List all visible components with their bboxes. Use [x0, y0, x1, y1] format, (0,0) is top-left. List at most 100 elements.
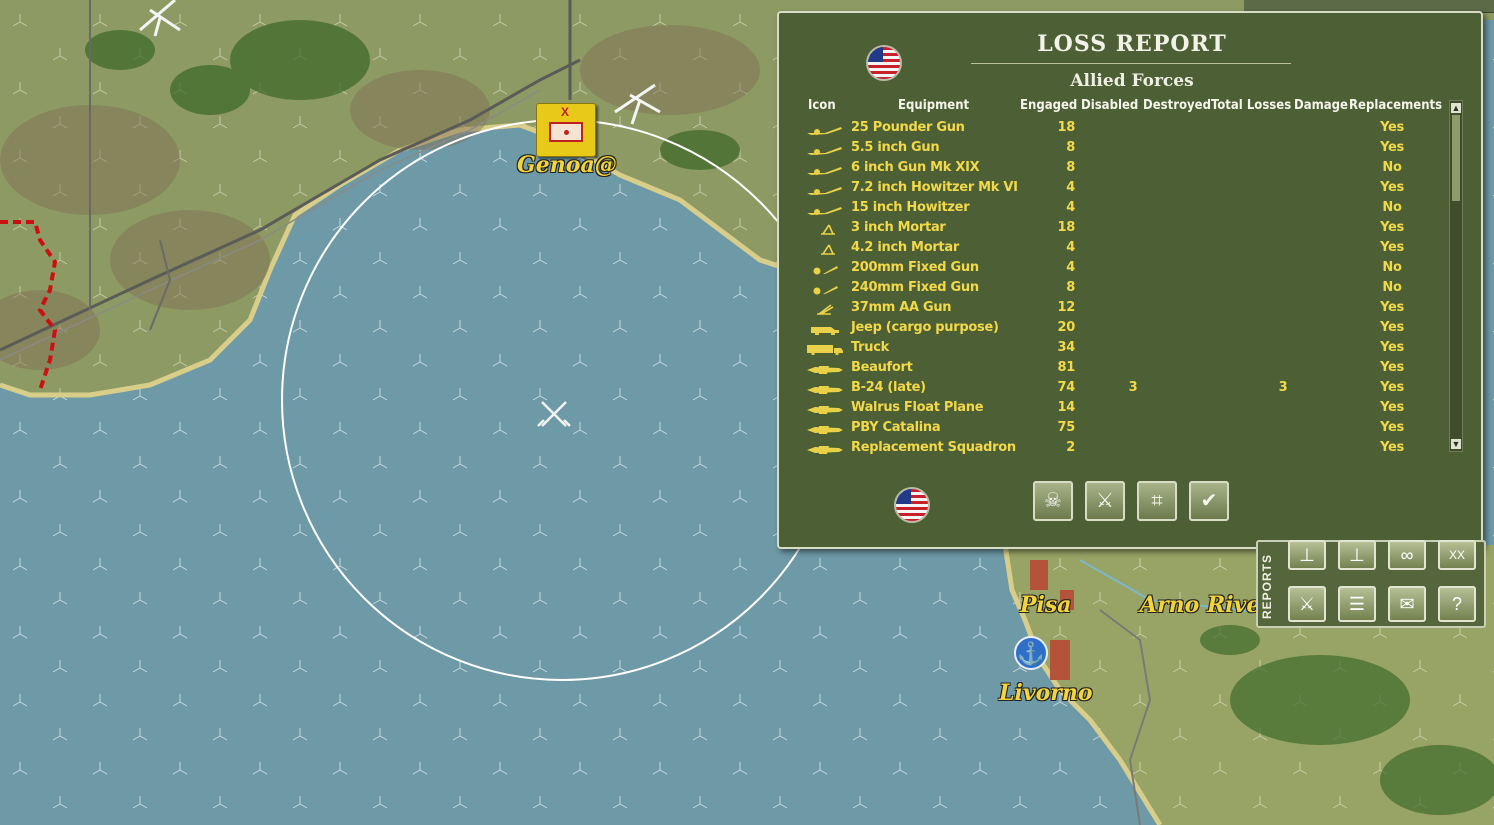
table-row[interactable]: 6 inch Gun Mk XIX 8 No [779, 159, 1485, 179]
artillery-icon [807, 167, 842, 175]
col-header-replacements[interactable]: Replacements [1349, 98, 1442, 113]
engaged-count: 4 [1066, 180, 1075, 195]
table-row[interactable]: Replacement Squadron 2 Yes [779, 439, 1485, 459]
col-header-damage[interactable]: Damage [1294, 98, 1348, 113]
table-row[interactable]: 240mm Fixed Gun 8 No [779, 279, 1485, 299]
title-divider [971, 63, 1291, 64]
col-header-engaged[interactable]: Engaged [1020, 98, 1077, 113]
table-row[interactable]: Beaufort 81 Yes [779, 359, 1485, 379]
infinity-button[interactable]: ∞ [1388, 540, 1426, 570]
engaged-count: 4 [1066, 200, 1075, 215]
replacements-value: No [1382, 280, 1402, 295]
engaged-count: 81 [1057, 360, 1076, 375]
equipment-name: PBY Catalina [851, 420, 941, 435]
col-header-disabled[interactable]: Disabled [1081, 98, 1138, 113]
reports-tab[interactable]: REPORTS [1260, 548, 1278, 624]
replacements-value: Yes [1380, 140, 1404, 155]
xx-label: XX [1448, 548, 1465, 562]
replacements-value: Yes [1380, 300, 1404, 315]
table-scrollbar[interactable]: ▲ ▼ [1449, 100, 1463, 452]
confirm-button[interactable]: ✔ [1189, 481, 1229, 521]
col-header-total-losses[interactable]: Total Losses [1211, 98, 1291, 113]
engaged-count: 8 [1066, 140, 1075, 155]
table-row[interactable]: 7.2 inch Howitzer Mk VI 4 Yes [779, 179, 1485, 199]
mortar-icon [821, 244, 835, 255]
city-label-genoa: Genoa@ [517, 152, 617, 178]
equipment-name: 4.2 inch Mortar [851, 240, 959, 255]
equipment-name: Beaufort [851, 360, 913, 375]
city-label-pisa: Pisa [1020, 592, 1072, 618]
col-header-icon[interactable]: Icon [808, 98, 836, 113]
scroll-thumb[interactable] [1452, 115, 1460, 201]
river-label-arno: Arno Rive [1140, 592, 1261, 618]
map-grid-button[interactable]: ⌗ [1137, 481, 1177, 521]
xx-button[interactable]: XX [1438, 540, 1476, 570]
artillery-icon [807, 147, 842, 155]
equipment-name: Truck [851, 340, 889, 355]
port-anchor-icon[interactable]: ⚓ [1014, 636, 1048, 670]
unit-size-label: X [561, 105, 570, 119]
help-button[interactable]: ? [1438, 586, 1476, 622]
org-chart-button[interactable]: ⊥ [1288, 540, 1326, 570]
jeep-icon [811, 327, 839, 335]
table-row[interactable]: 15 inch Howitzer 4 No [779, 199, 1485, 219]
us-flag-icon[interactable] [894, 487, 930, 523]
org-chart-2-button[interactable]: ⊥ [1338, 540, 1376, 570]
table-row[interactable]: Jeep (cargo purpose) 20 Yes [779, 319, 1485, 339]
table-row[interactable]: 200mm Fixed Gun 4 No [779, 259, 1485, 279]
replacements-value: No [1382, 260, 1402, 275]
combat-icon: ⚔ [1298, 594, 1316, 614]
replacements-value: Yes [1380, 440, 1404, 455]
casualties-button[interactable]: ☠ [1033, 481, 1073, 521]
engaged-count: 20 [1057, 320, 1076, 335]
truck-icon [807, 345, 843, 355]
replacements-value: Yes [1380, 360, 1404, 375]
replacements-value: Yes [1380, 120, 1404, 135]
engaged-count: 8 [1066, 280, 1075, 295]
artillery-icon [807, 207, 842, 215]
equipment-name: 5.5 inch Gun [851, 140, 940, 155]
table-row[interactable]: Walrus Float Plane 14 Yes [779, 399, 1485, 419]
table-row[interactable]: Truck 34 Yes [779, 339, 1485, 359]
disabled-count: 3 [1128, 380, 1138, 395]
unit-symbol [549, 122, 583, 142]
col-header-equipment[interactable]: Equipment [898, 98, 969, 113]
table-row[interactable]: 4.2 inch Mortar 4 Yes [779, 239, 1485, 259]
engaged-count: 4 [1066, 240, 1075, 255]
reports-panel: REPORTS ⊥ ⊥ ∞ XX ⚔ ☰ ✉ ? [1256, 540, 1486, 628]
scroll-up-icon[interactable]: ▲ [1451, 103, 1461, 113]
equipment-name: 25 Pounder Gun [851, 120, 965, 135]
strength-report-button[interactable]: ☰ [1338, 586, 1376, 622]
message-button[interactable]: ✉ [1388, 586, 1426, 622]
table-row[interactable]: 5.5 inch Gun 8 Yes [779, 139, 1485, 159]
scroll-down-icon[interactable]: ▼ [1451, 439, 1461, 449]
loss-report-dialog: LOSS REPORT Allied Forces Icon Equipment… [777, 11, 1483, 549]
engaged-count: 14 [1057, 400, 1076, 415]
table-row[interactable]: B-24 (late) 74 3 3 Yes [779, 379, 1485, 399]
aircraft-icon [807, 406, 843, 414]
replacements-value: No [1382, 200, 1402, 215]
equipment-name: 6 inch Gun Mk XIX [851, 160, 980, 175]
city-label-livorno: Livorno [999, 680, 1093, 706]
total-losses-count: 3 [1278, 380, 1288, 395]
infinity-icon: ∞ [1400, 545, 1414, 565]
table-row[interactable]: 25 Pounder Gun 18 Yes [779, 119, 1485, 139]
artillery-icon [807, 187, 842, 195]
org-chart-2-icon: ⊥ [1349, 545, 1365, 565]
table-row[interactable]: 3 inch Mortar 18 Yes [779, 219, 1485, 239]
col-header-destroyed[interactable]: Destroyed [1143, 98, 1211, 113]
equipment-name: B-24 (late) [851, 380, 926, 395]
replacements-value: Yes [1380, 380, 1404, 395]
replacements-value: Yes [1380, 340, 1404, 355]
combat-report-button[interactable]: ⚔ [1288, 586, 1326, 622]
replacements-value: Yes [1380, 240, 1404, 255]
table-row[interactable]: PBY Catalina 75 Yes [779, 419, 1485, 439]
replacements-value: Yes [1380, 420, 1404, 435]
org-chart-icon: ⊥ [1299, 545, 1315, 565]
combat-units-button[interactable]: ⚔ [1085, 481, 1125, 521]
unit-counter[interactable]: X [536, 103, 596, 157]
equipment-name: 15 inch Howitzer [851, 200, 970, 215]
aa-gun-icon [817, 304, 834, 315]
table-row[interactable]: 37mm AA Gun 12 Yes [779, 299, 1485, 319]
message-icon: ✉ [1399, 594, 1415, 614]
